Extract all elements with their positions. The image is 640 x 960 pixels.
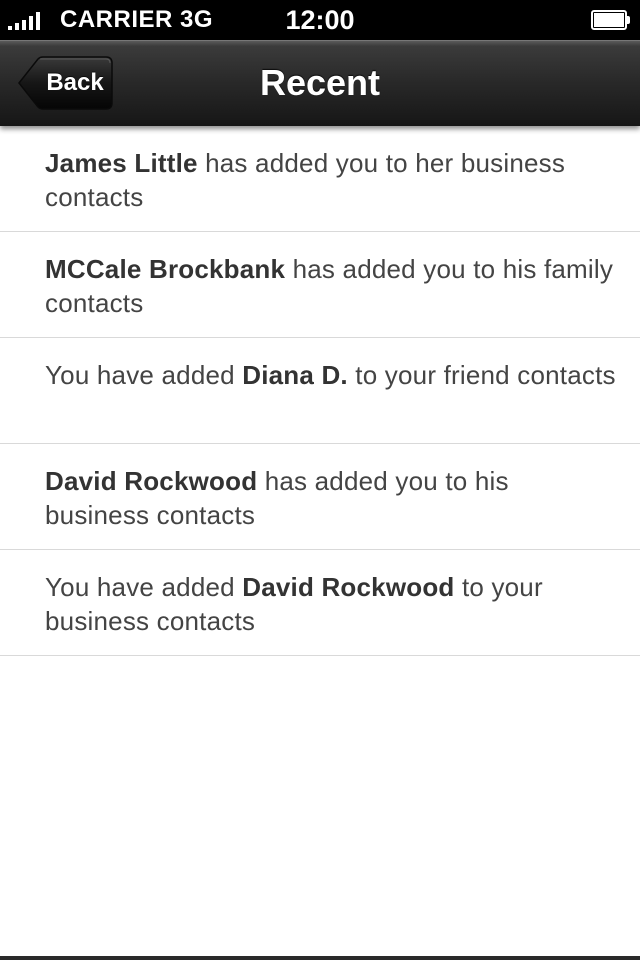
activity-text: James Little has added you to her busine… xyxy=(45,148,566,212)
contact-name: Diana D. xyxy=(242,360,348,390)
contact-name: MCCale Brockbank xyxy=(45,254,286,284)
list-item[interactable]: James Little has added you to her busine… xyxy=(0,126,640,232)
navigation-bar: Back Recent xyxy=(0,40,640,126)
activity-text: You have added David Rockwood to your bu… xyxy=(45,572,543,636)
status-time: 12:00 xyxy=(285,5,355,35)
activity-text: David Rockwood has added you to his busi… xyxy=(45,466,509,530)
recent-screen: CARRIER 3G 12:00 Back Recent James Littl… xyxy=(0,0,640,960)
list-item[interactable]: You have added David Rockwood to your bu… xyxy=(0,550,640,656)
bottom-edge xyxy=(0,956,640,960)
battery-level-fill xyxy=(594,13,624,27)
battery-icon xyxy=(591,10,630,30)
back-button-label: Back xyxy=(46,69,104,96)
list-item[interactable]: You have added Diana D. to your friend c… xyxy=(0,338,640,444)
contact-name: David Rockwood xyxy=(242,572,455,602)
activity-text: MCCale Brockbank has added you to his fa… xyxy=(45,254,614,318)
status-bar: CARRIER 3G 12:00 xyxy=(0,0,640,40)
list-item[interactable]: MCCale Brockbank has added you to his fa… xyxy=(0,232,640,338)
page-title: Recent xyxy=(259,62,381,103)
list-item[interactable]: David Rockwood has added you to his busi… xyxy=(0,444,640,550)
contact-name: David Rockwood xyxy=(45,466,258,496)
activity-text: You have added Diana D. to your friend c… xyxy=(45,360,616,390)
contact-name: James Little xyxy=(45,148,198,178)
recent-activity-list: James Little has added you to her busine… xyxy=(0,126,640,656)
back-button[interactable]: Back xyxy=(18,56,113,110)
